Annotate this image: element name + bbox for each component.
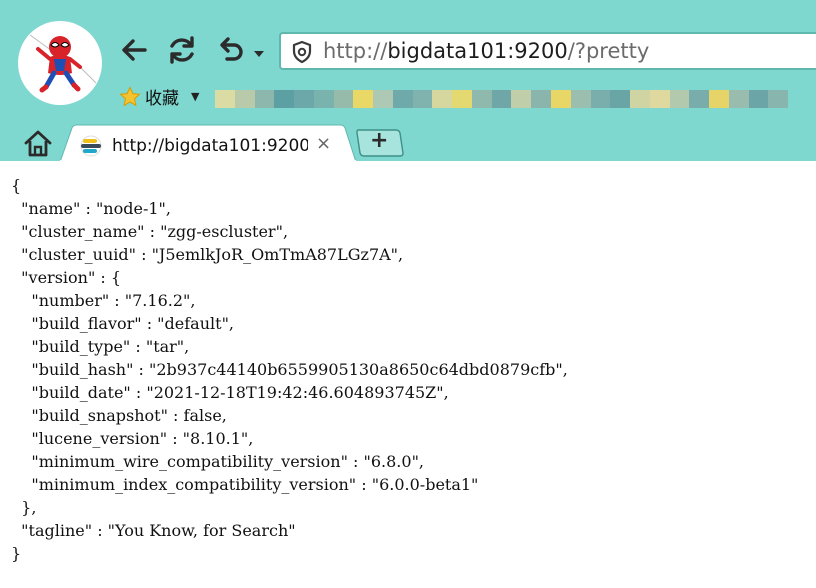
elasticsearch-favicon-icon [80, 135, 102, 161]
url-scheme: http:// [323, 39, 388, 63]
spiderman-avatar-icon[interactable] [18, 21, 102, 105]
tab-title: http://bigdata101:9200/?pretty [112, 136, 308, 156]
undo-dropdown-button[interactable] [250, 33, 268, 71]
home-button[interactable] [22, 129, 54, 163]
plus-icon: + [370, 128, 389, 153]
back-arrow-icon [119, 36, 149, 68]
page-content: { "name" : "node-1", "cluster_name" : "z… [0, 161, 816, 588]
close-icon[interactable]: × [316, 133, 331, 155]
new-tab-button[interactable]: + [356, 128, 404, 161]
star-icon [119, 86, 141, 112]
browser-tab-active[interactable]: http://bigdata101:9200/?pretty × [60, 124, 356, 162]
favorites-dropdown-icon[interactable]: ▼ [191, 90, 199, 103]
url-path: /?pretty [567, 39, 650, 63]
refresh-button[interactable] [165, 33, 199, 71]
refresh-icon [166, 34, 198, 70]
undo-icon [215, 35, 245, 69]
shield-icon[interactable] [291, 40, 313, 68]
blurred-bookmarks-bar [215, 90, 808, 108]
undo-button[interactable] [214, 33, 246, 71]
address-url[interactable]: http://bigdata101:9200/?pretty [323, 38, 649, 64]
chevron-down-icon [253, 43, 265, 62]
browser-chrome: http://bigdata101:9200/?pretty 收藏 ▼ http… [0, 0, 816, 163]
back-button[interactable] [118, 33, 150, 71]
url-host: bigdata101:9200 [387, 39, 568, 63]
json-response: { "name" : "node-1", "cluster_name" : "z… [11, 176, 568, 563]
address-bar[interactable]: http://bigdata101:9200/?pretty [279, 32, 816, 70]
favorites-label[interactable]: 收藏 [145, 88, 179, 110]
